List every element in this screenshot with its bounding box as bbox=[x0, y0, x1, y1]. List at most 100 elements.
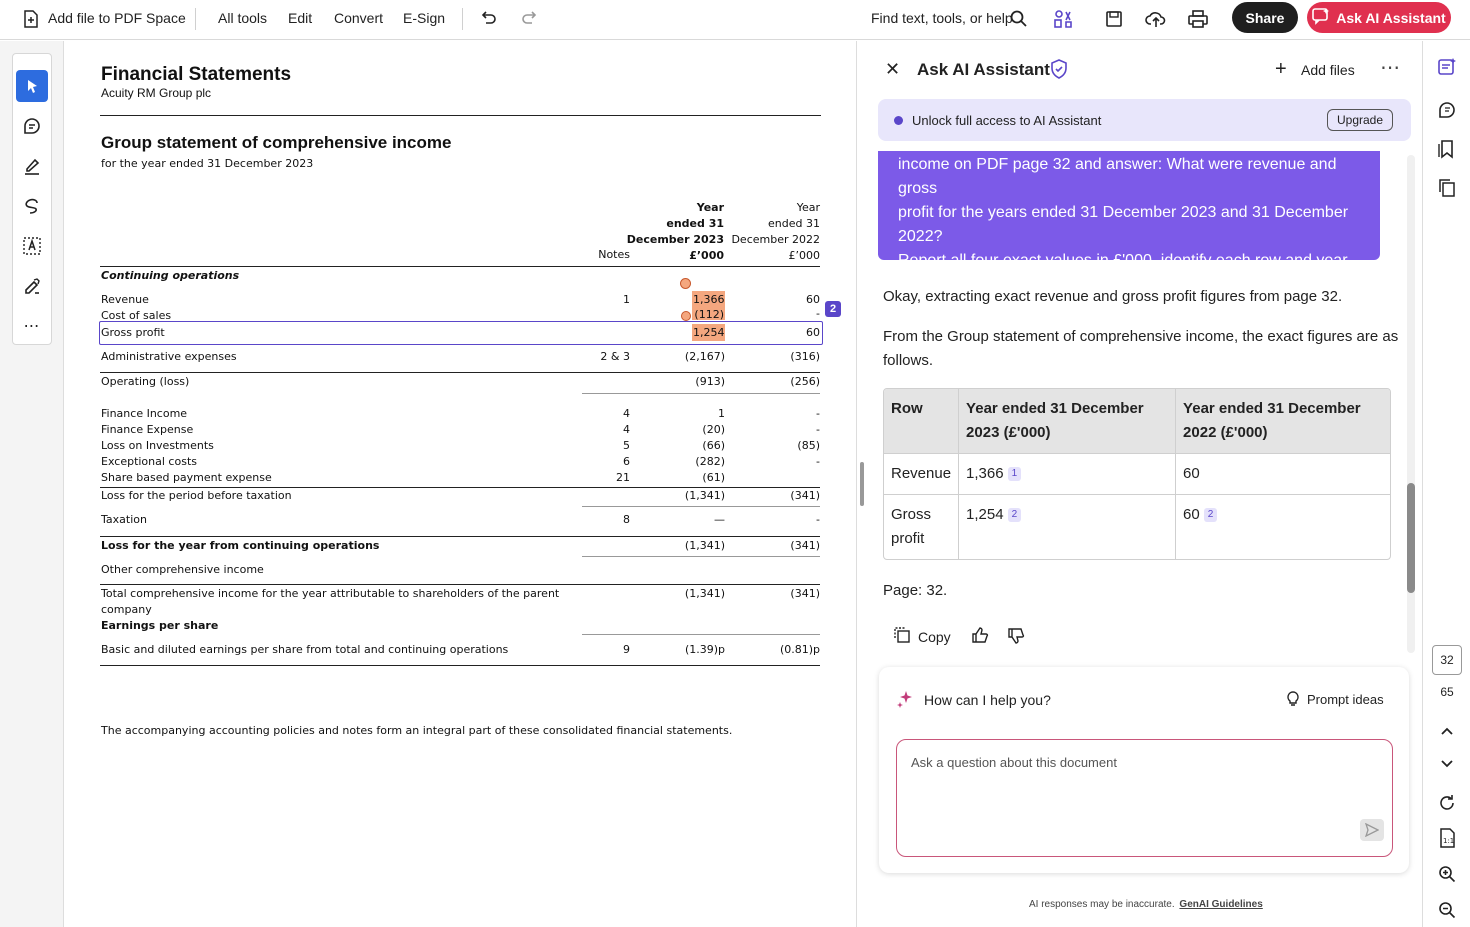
rule bbox=[100, 372, 820, 373]
question-input[interactable]: Ask a question about this document bbox=[896, 739, 1393, 857]
row-value-2022: 60 bbox=[806, 326, 820, 339]
chevron-up-icon[interactable] bbox=[1433, 717, 1461, 745]
add-file-button[interactable]: Add file to PDF Space bbox=[48, 10, 186, 26]
comment-icon[interactable] bbox=[16, 110, 48, 142]
menu-convert[interactable]: Convert bbox=[334, 10, 383, 26]
panel-resize-handle[interactable] bbox=[860, 462, 864, 506]
page-number-input[interactable]: 32 bbox=[1432, 645, 1462, 675]
doc-footer-note: The accompanying accounting policies and… bbox=[101, 724, 733, 737]
chat-scrollbar-thumb[interactable] bbox=[1407, 483, 1415, 593]
section-continuing: Continuing operations bbox=[101, 269, 240, 282]
ai-summary-icon[interactable] bbox=[1433, 53, 1461, 81]
assistant-title: Ask AI Assistant bbox=[917, 60, 1050, 79]
rule bbox=[582, 556, 820, 557]
bullet-dot bbox=[894, 116, 903, 125]
thumbs-down-icon[interactable] bbox=[1007, 627, 1025, 650]
rule bbox=[100, 115, 821, 116]
row-value-2022: - bbox=[816, 455, 820, 468]
menu-esign[interactable]: E-Sign bbox=[403, 10, 445, 26]
toolbar-divider bbox=[195, 8, 196, 30]
draw-lasso-icon[interactable] bbox=[16, 190, 48, 222]
table-header: Row bbox=[884, 389, 960, 453]
row-label: Administrative expenses bbox=[101, 350, 237, 363]
menu-edit[interactable]: Edit bbox=[288, 10, 312, 26]
rotate-icon[interactable] bbox=[1433, 789, 1461, 817]
upload-cloud-icon[interactable] bbox=[1143, 6, 1169, 32]
row-label: Basic and diluted earnings per share fro… bbox=[101, 643, 509, 656]
ai-assistant-icon bbox=[1312, 7, 1330, 28]
print-icon[interactable] bbox=[1185, 6, 1211, 32]
close-icon[interactable]: ✕ bbox=[885, 59, 900, 80]
rule bbox=[582, 506, 820, 507]
undo-icon[interactable] bbox=[475, 6, 501, 32]
row-value-2022: (341) bbox=[790, 587, 820, 600]
chevron-down-icon[interactable] bbox=[1433, 750, 1461, 778]
row-value-2022: - bbox=[816, 307, 820, 318]
ask-ai-label: Ask AI Assistant bbox=[1336, 9, 1446, 26]
ask-ai-assistant-button[interactable]: Ask AI Assistant bbox=[1307, 2, 1451, 33]
row-label: Exceptional costs bbox=[101, 455, 197, 468]
copy-icon[interactable] bbox=[893, 626, 911, 649]
prompt-ideas-button[interactable]: Prompt ideas bbox=[1307, 692, 1384, 707]
table-row: Revenue 1,366 1 60 bbox=[884, 453, 1390, 494]
row-value-2023: 1 bbox=[718, 407, 725, 420]
sign-pen-icon[interactable] bbox=[16, 270, 48, 302]
row-label: Total comprehensive income for the year … bbox=[101, 587, 560, 600]
lightbulb-icon[interactable] bbox=[1285, 690, 1301, 713]
highlighted-value[interactable]: (112) bbox=[692, 308, 725, 320]
citation-badge[interactable]: 2 bbox=[825, 301, 841, 317]
text-select-icon[interactable] bbox=[16, 230, 48, 262]
more-options-icon[interactable]: ⋯ bbox=[1380, 55, 1400, 80]
col-header-2023: Year ended 31 December 2023 £’000 bbox=[626, 201, 724, 262]
highlighted-value[interactable]: 1,254 bbox=[692, 324, 725, 341]
genai-guidelines-link[interactable]: GenAI Guidelines bbox=[1179, 899, 1262, 910]
row-note: 9 bbox=[623, 643, 630, 656]
highlighted-value[interactable]: 1,366 bbox=[692, 291, 725, 308]
row-label: Other comprehensive income bbox=[101, 563, 264, 576]
row-value-2023: (282) bbox=[695, 455, 725, 468]
comments-icon[interactable] bbox=[1433, 96, 1461, 124]
thumbs-up-icon[interactable] bbox=[971, 626, 989, 649]
shield-check-icon[interactable] bbox=[1050, 59, 1068, 84]
find-search-field[interactable]: Find text, tools, or help bbox=[871, 10, 1013, 26]
row-label: Share based payment expense bbox=[101, 471, 272, 484]
redo-icon[interactable] bbox=[517, 6, 543, 32]
row-value-2023: (1,341) bbox=[684, 539, 725, 552]
row-value-2022: - bbox=[816, 513, 820, 526]
zoom-out-icon[interactable] bbox=[1433, 896, 1461, 924]
search-icon[interactable] bbox=[1006, 6, 1032, 32]
ai-tools-icon[interactable] bbox=[1050, 6, 1076, 32]
highlight-pen-icon[interactable] bbox=[16, 150, 48, 182]
row-value-2023: (1,341) bbox=[684, 489, 725, 502]
svg-text:1:1: 1:1 bbox=[1443, 837, 1454, 845]
rule bbox=[100, 266, 820, 267]
add-files-button[interactable]: Add files bbox=[1301, 62, 1355, 78]
citation-chip[interactable]: 1 bbox=[1007, 467, 1022, 482]
share-button[interactable]: Share bbox=[1232, 2, 1298, 33]
copy-button[interactable]: Copy bbox=[918, 629, 951, 645]
fit-page-icon[interactable]: 1:1 bbox=[1433, 824, 1461, 852]
select-tool-icon[interactable] bbox=[16, 70, 48, 102]
send-icon[interactable] bbox=[1360, 819, 1384, 841]
plus-icon[interactable]: + bbox=[1275, 58, 1287, 81]
row-value-2023: (1,341) bbox=[684, 587, 725, 600]
pages-icon[interactable] bbox=[1433, 174, 1461, 202]
prompt-line: income on PDF page 32 and answer: What w… bbox=[898, 156, 1337, 197]
table-cell: Revenue bbox=[884, 453, 960, 494]
answer-intro: Okay, extracting exact revenue and gross… bbox=[883, 288, 1343, 305]
citation-chip[interactable]: 2 bbox=[1007, 508, 1022, 523]
bookmarks-icon[interactable] bbox=[1433, 135, 1461, 163]
menu-all-tools[interactable]: All tools bbox=[218, 10, 267, 26]
row-label: Loss on Investments bbox=[101, 439, 214, 452]
more-tools-icon[interactable]: ⋯ bbox=[16, 310, 48, 342]
add-file-icon[interactable] bbox=[18, 6, 44, 32]
annotation-marker[interactable] bbox=[680, 278, 691, 289]
rule bbox=[582, 634, 820, 635]
upgrade-button[interactable]: Upgrade bbox=[1327, 109, 1393, 131]
zoom-in-icon[interactable] bbox=[1433, 860, 1461, 888]
row-value-2022: (316) bbox=[790, 350, 820, 363]
table-cell: Gross profit bbox=[884, 494, 960, 559]
annotation-marker[interactable] bbox=[681, 311, 691, 321]
save-icon[interactable] bbox=[1101, 6, 1127, 32]
citation-chip[interactable]: 2 bbox=[1203, 508, 1218, 523]
